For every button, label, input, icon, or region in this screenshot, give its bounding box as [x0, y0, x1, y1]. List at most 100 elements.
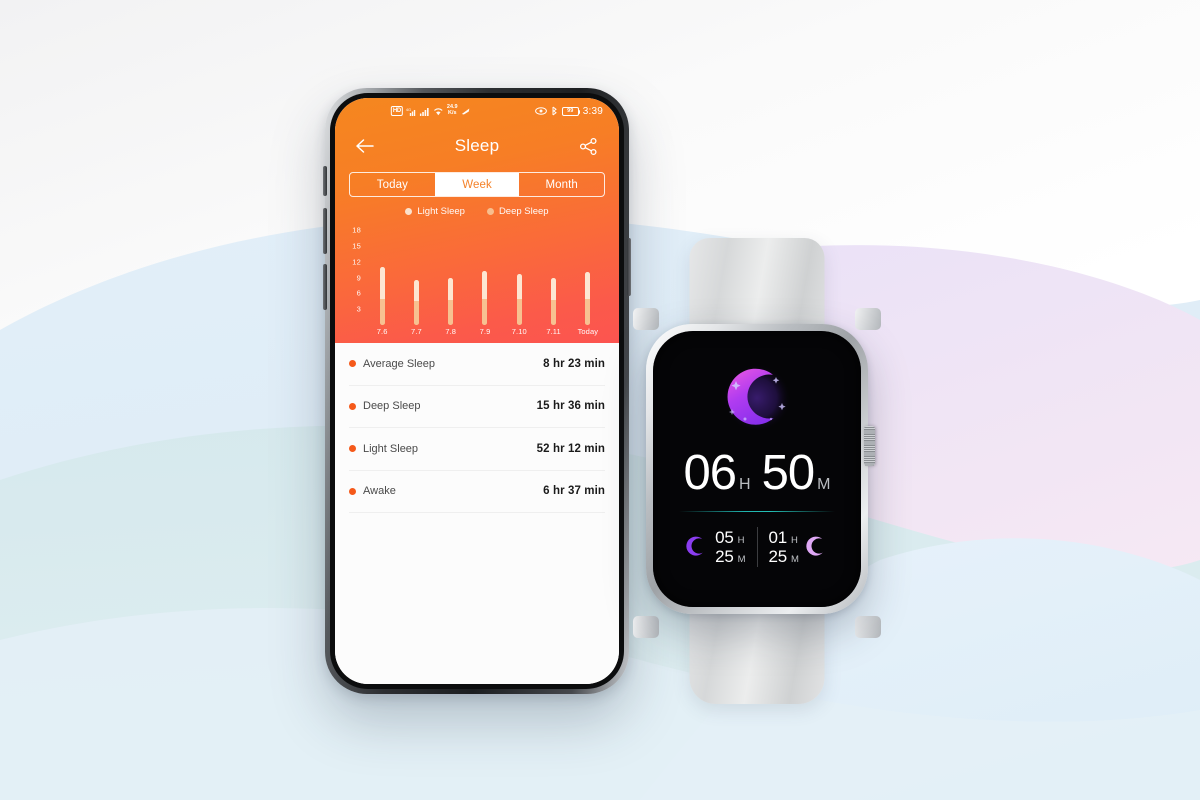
chart-bar[interactable]	[585, 271, 591, 325]
app-bar: Sleep	[335, 124, 619, 168]
sleep-bar-chart: 3 6 9 12 15 18 7.6 7.7 7.8 7.9 7.10 7.11 Today	[341, 225, 609, 341]
chart-bar-column[interactable]	[399, 225, 433, 325]
stat-label: Light Sleep	[363, 442, 419, 455]
watch-lug-bottom-left	[633, 616, 659, 638]
chart-bar[interactable]	[482, 271, 488, 325]
light-sleep-cell: 01 H 25 M	[758, 529, 839, 565]
chart-bar[interactable]	[516, 273, 522, 325]
chart-bar-segment-light-sleep	[516, 273, 522, 300]
deep-sleep-minutes-value: 25	[715, 547, 734, 566]
tab-month[interactable]: Month	[519, 173, 604, 196]
tab-week[interactable]: Week	[434, 173, 520, 196]
watch-face-divider	[679, 511, 835, 513]
deep-sleep-duration: 05 H 25 M	[715, 529, 745, 565]
chart-bar-column[interactable]	[502, 225, 536, 325]
watch-face-sleep-screen: 06 H 50 M 05 H 25 M 01 H 25 M	[653, 331, 861, 607]
chart-bar-column[interactable]	[571, 225, 605, 325]
chart-y-tick: 6	[356, 288, 361, 298]
watch-lug-top-left	[633, 308, 659, 330]
chart-bar[interactable]	[413, 280, 419, 325]
chart-bar-segment-light-sleep	[413, 280, 419, 301]
chart-x-tick-label: 7.6	[376, 327, 388, 336]
deep-sleep-minutes-unit: M	[737, 554, 746, 565]
watch-lug-top-right	[855, 308, 881, 330]
total-hours-value: 06	[683, 446, 738, 500]
moon-deep-icon	[686, 536, 703, 556]
chart-bar-segment-light-sleep	[379, 267, 385, 299]
signal-bars-icon	[419, 107, 430, 116]
wifi-icon	[433, 107, 444, 116]
stat-row[interactable]: Average Sleep 8 hr 23 min	[349, 343, 605, 386]
light-sleep-minutes-unit: M	[791, 554, 799, 565]
stat-value: 52 hr 12 min	[536, 442, 605, 455]
chart-bar[interactable]	[448, 277, 454, 325]
chart-bar[interactable]	[551, 277, 557, 325]
status-bar-right-icons: 99 3:39	[534, 106, 603, 117]
stat-bullet-icon	[349, 487, 356, 495]
chart-y-tick: 18	[352, 225, 361, 235]
light-sleep-hours-line: 01 H	[769, 529, 799, 546]
chart-bar-column[interactable]	[536, 225, 570, 325]
chart-bar[interactable]	[379, 267, 385, 325]
stat-row[interactable]: Awake 6 hr 37 min	[349, 471, 605, 513]
chart-legend: Light Sleep Deep Sleep	[335, 206, 619, 217]
crescent-moon-icon	[716, 357, 798, 439]
chart-bar-column[interactable]	[434, 225, 468, 325]
share-button[interactable]	[577, 134, 601, 158]
sleep-app-header: HD 4G 24.9 K/s 99 3:39 Sleep Today Week …	[335, 98, 619, 343]
bluetooth-icon	[551, 106, 558, 116]
light-sleep-minutes-line: 25 M	[769, 548, 799, 565]
chart-x-tick-label: 7.9	[479, 327, 491, 336]
phone-screen: HD 4G 24.9 K/s 99 3:39 Sleep Today Week …	[335, 98, 619, 684]
stat-row[interactable]: Light Sleep 52 hr 12 min	[349, 428, 605, 471]
stat-row-left: Deep Sleep	[349, 400, 421, 412]
deep-sleep-cell: 05 H 25 M	[675, 529, 756, 565]
chart-y-axis: 3 6 9 12 15 18	[341, 225, 363, 325]
phone-volume-down-button[interactable]	[323, 264, 327, 310]
chart-y-tick: 15	[352, 241, 361, 251]
light-sleep-hours-value: 01	[768, 528, 788, 547]
hd-badge-icon: HD	[390, 106, 403, 116]
chart-bar-segment-light-sleep	[448, 277, 454, 300]
status-bar: HD 4G 24.9 K/s 99 3:39	[335, 98, 619, 124]
smartwatch-mockup: 06 H 50 M 05 H 25 M 01 H 25 M	[617, 238, 897, 704]
total-minutes-unit: M	[817, 476, 831, 493]
legend-dot-light-sleep	[405, 208, 413, 215]
stat-label: Deep Sleep	[363, 400, 421, 413]
light-sleep-duration: 01 H 25 M	[769, 529, 799, 565]
tab-today[interactable]: Today	[350, 173, 435, 196]
chart-bar-column[interactable]	[468, 225, 502, 325]
status-bar-left-icons: HD 4G 24.9 K/s	[390, 104, 471, 117]
svg-text:4G: 4G	[406, 107, 411, 112]
chart-bar-segment-light-sleep	[585, 271, 591, 299]
sleep-stats-list: Average Sleep 8 hr 23 min Deep Sleep 15 hr …	[335, 343, 619, 684]
stat-label: Awake	[363, 485, 396, 498]
chart-x-tick-label: 7.11	[546, 327, 561, 336]
data-rate-unit: K/s	[447, 110, 457, 116]
deep-sleep-hours-unit: H	[737, 535, 745, 546]
chart-x-tick-label: 7.8	[445, 327, 457, 336]
eye-care-icon	[534, 107, 547, 115]
sleep-total-duration: 06 H 50 M	[653, 449, 861, 498]
range-segmented-control[interactable]: Today Week Month	[349, 172, 605, 197]
total-hours-unit: H	[739, 476, 751, 493]
chart-bar-column[interactable]	[365, 225, 399, 325]
chart-y-tick: 12	[352, 257, 361, 267]
chart-x-axis: 7.6 7.7 7.8 7.9 7.10 7.11 Today	[365, 327, 605, 341]
deep-sleep-hours-line: 05 H	[715, 529, 745, 546]
chart-y-tick: 3	[356, 304, 361, 314]
stat-value: 8 hr 23 min	[543, 357, 605, 370]
watch-crown-button[interactable]	[864, 426, 875, 466]
phone-mute-button[interactable]	[323, 166, 327, 196]
chart-bar-segment-deep-sleep	[585, 298, 591, 325]
arrow-left-icon	[356, 139, 374, 153]
back-button[interactable]	[353, 134, 377, 158]
phone-volume-up-button[interactable]	[323, 208, 327, 254]
stat-bullet-icon	[349, 402, 356, 410]
chart-bar-segment-deep-sleep	[448, 299, 454, 325]
stat-row[interactable]: Deep Sleep 15 hr 36 min	[349, 386, 605, 428]
legend-item-light-sleep: Light Sleep	[405, 206, 465, 217]
stat-row-left: Average Sleep	[349, 358, 435, 370]
watch-lug-bottom-right	[855, 616, 881, 638]
stat-bullet-icon	[349, 360, 356, 368]
